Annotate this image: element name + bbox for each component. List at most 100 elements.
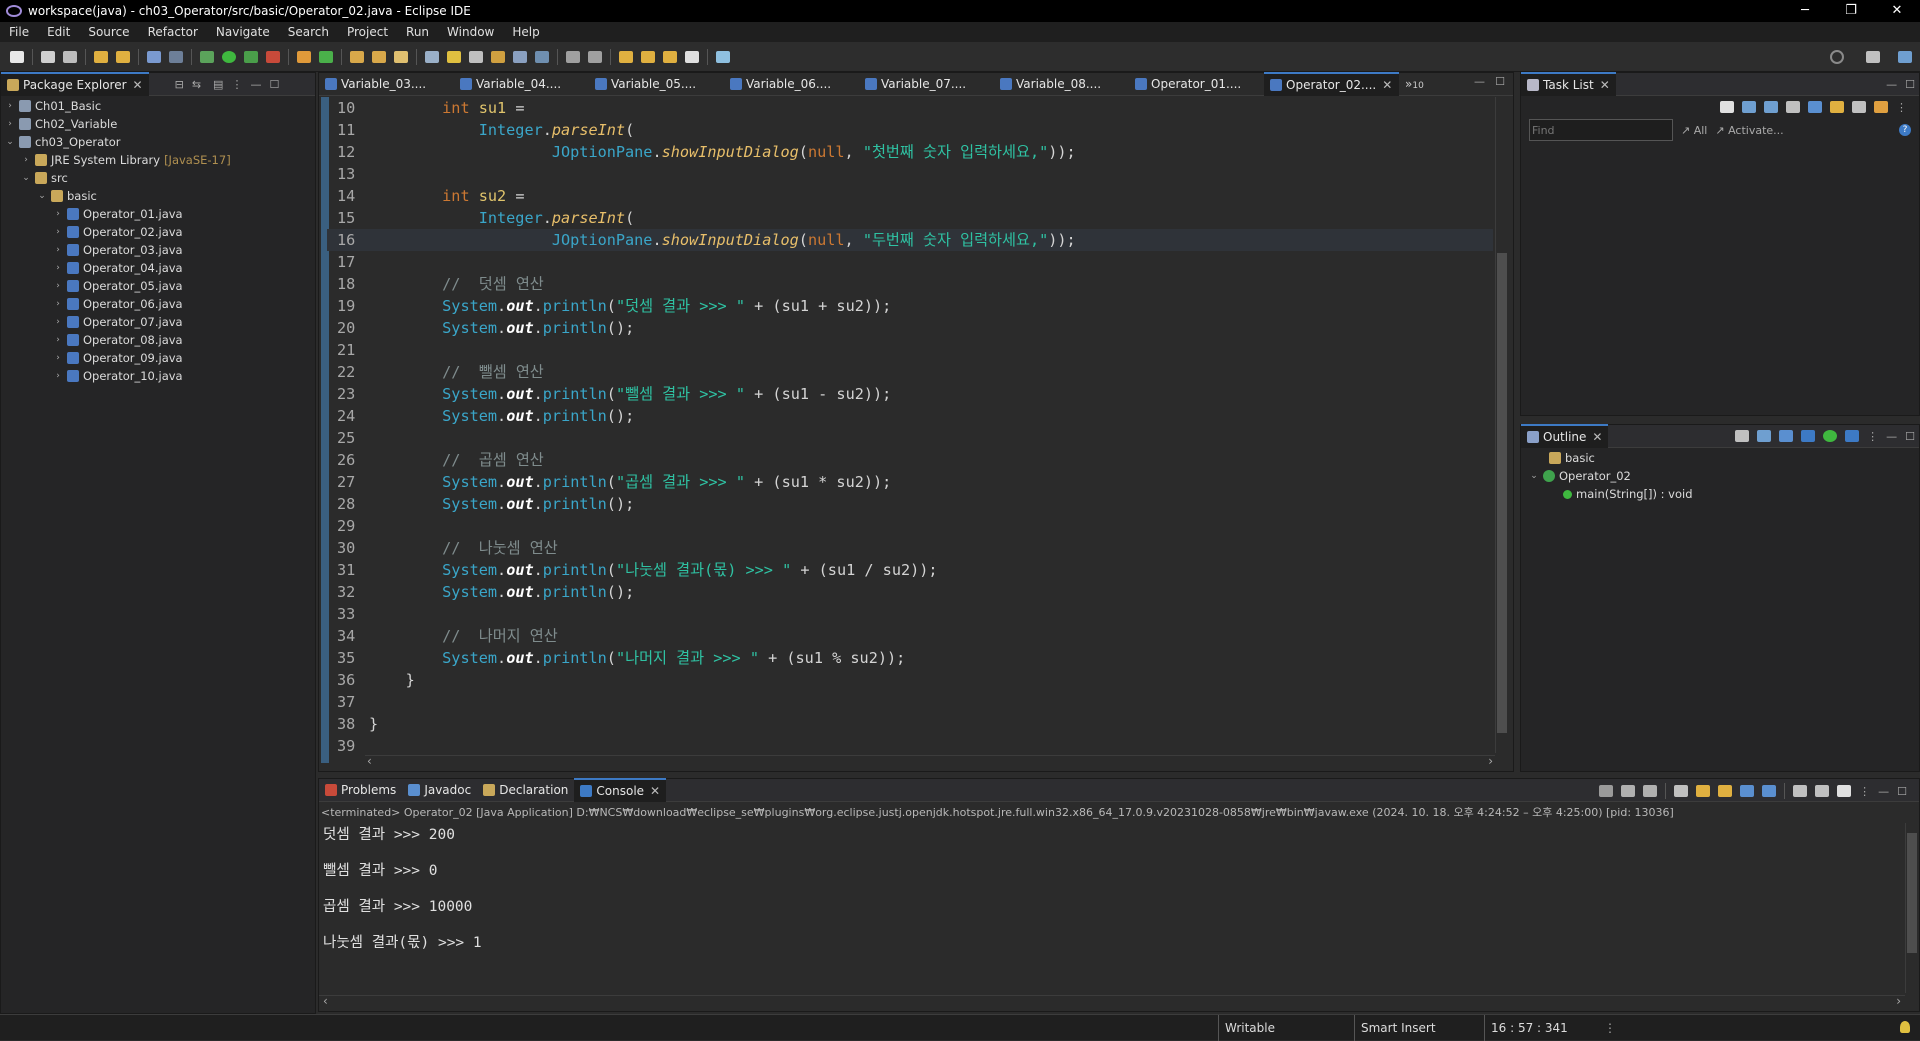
code-line[interactable]: 19 System.out.println("덧셈 결과 >>> " + (su… [327, 295, 1493, 317]
editor-tab[interactable]: Variable_03.... [319, 73, 454, 95]
coverage-icon[interactable] [244, 50, 258, 63]
minimize-icon[interactable]: — [250, 78, 261, 91]
tree-item[interactable]: › Operator_07.java [53, 313, 182, 331]
console-scroll-thumb[interactable] [1907, 833, 1917, 953]
tree-item[interactable]: ⌄ basic [37, 187, 97, 205]
scheduled-icon[interactable] [1764, 101, 1778, 113]
code-line[interactable]: 24 System.out.println(); [327, 405, 1493, 427]
menu-source[interactable]: Source [79, 22, 138, 42]
console-output[interactable]: 덧셈 결과 >>> 200 뺄셈 결과 >>> 0 곱셈 결과 >>> 10000 나… [319, 823, 1899, 983]
forward-icon[interactable] [663, 50, 677, 63]
skip-breakpoints-icon[interactable] [169, 50, 183, 63]
minimize-button[interactable]: ─ [1782, 0, 1828, 22]
bottom-tab[interactable]: Declaration [477, 779, 574, 801]
tip-lightbulb-icon[interactable] [1900, 1021, 1910, 1033]
pin-editor-icon[interactable] [716, 50, 730, 63]
code-line[interactable]: 10 int su1 = [327, 97, 1493, 119]
next-annotation-icon[interactable] [566, 50, 580, 63]
maximize-icon[interactable]: ☐ [1905, 430, 1915, 443]
tree-item[interactable]: ⌄ ch03_Operator [5, 133, 120, 151]
back-icon[interactable] [641, 50, 655, 63]
code-line[interactable]: 28 System.out.println(); [327, 493, 1493, 515]
chevron-right-icon[interactable]: › [53, 295, 63, 313]
view-menu-icon[interactable]: ⋮ [1896, 101, 1907, 114]
menu-edit[interactable]: Edit [38, 22, 79, 42]
run-icon[interactable] [222, 50, 236, 63]
code-line[interactable]: 35 System.out.println("나머지 결과 >>> " + (s… [327, 647, 1493, 669]
code-line[interactable]: 23 System.out.println("뺄셈 결과 >>> " + (su… [327, 383, 1493, 405]
show-stderr-icon[interactable] [1762, 785, 1777, 797]
hide-completed-icon[interactable] [1808, 101, 1822, 113]
tree-item[interactable]: › JRE System Library [JavaSE-17] [21, 151, 231, 169]
display-console-icon[interactable] [1815, 785, 1830, 797]
pilcrow-icon[interactable] [535, 50, 549, 63]
code-line[interactable]: 36 } [327, 669, 1493, 691]
close-button[interactable]: ✕ [1874, 0, 1920, 22]
code-line[interactable]: 33 [327, 603, 1493, 625]
sort-icon[interactable] [1757, 430, 1772, 442]
console-horizontal-scrollbar[interactable]: ‹ › [319, 994, 1905, 1009]
new-icon[interactable] [10, 50, 24, 63]
link-with-editor-icon[interactable]: ⇆ [192, 78, 201, 91]
tree-item[interactable]: ⌄ src [21, 169, 68, 187]
chevron-down-icon[interactable]: ⌄ [5, 133, 15, 151]
new-task-icon[interactable] [1720, 101, 1734, 113]
editor-tab[interactable]: Operator_02.... ✕ [1264, 72, 1399, 96]
search-icon[interactable] [1830, 49, 1844, 64]
terminal-icon[interactable] [147, 50, 161, 63]
code-line[interactable]: 27 System.out.println("곱셈 결과 >>> " + (su… [327, 471, 1493, 493]
code-line[interactable]: 26 // 곱셈 연산 [327, 449, 1493, 471]
code-line[interactable]: 20 System.out.println(); [327, 317, 1493, 339]
outline-package[interactable]: basic [1549, 449, 1595, 467]
code-line[interactable]: 21 [327, 339, 1493, 361]
code-line[interactable]: 13 [327, 163, 1493, 185]
close-icon[interactable]: ✕ [650, 780, 660, 802]
link-icon[interactable] [1874, 101, 1888, 113]
view-menu-icon[interactable]: ⋮ [231, 78, 242, 91]
maximize-icon[interactable]: ☐ [1897, 785, 1907, 798]
scroll-right-icon[interactable]: › [1488, 754, 1493, 768]
hide-local-types-icon[interactable] [1845, 430, 1860, 442]
chevron-down-icon[interactable]: ⌄ [21, 169, 31, 187]
open-task-icon[interactable] [372, 50, 386, 63]
clear-console-icon[interactable] [1674, 785, 1689, 797]
code-line[interactable]: 38} [327, 713, 1493, 735]
vertical-scrollbar[interactable] [1495, 97, 1507, 753]
code-line[interactable]: 37 [327, 691, 1493, 713]
tab-outline[interactable]: Outline ✕ [1521, 424, 1609, 448]
outline-class[interactable]: ⌄ Operator_02 [1529, 467, 1631, 485]
scroll-left-icon[interactable]: ‹ [323, 994, 328, 1008]
code-area[interactable]: 10 int su1 = 11 Integer.parseInt(12 JOpti… [327, 97, 1493, 751]
block-selection-icon[interactable] [469, 50, 483, 63]
undo-icon[interactable] [94, 50, 108, 63]
maximize-icon[interactable]: ☐ [1905, 78, 1915, 91]
bottom-tab[interactable]: Javadoc [402, 779, 477, 801]
editor-maximize-icon[interactable]: ☐ [1495, 75, 1505, 88]
remove-launch-icon[interactable] [1621, 785, 1636, 797]
code-line[interactable]: 16 JOptionPane.showInputDialog(null, "두번… [327, 229, 1493, 251]
activate-link[interactable]: ↗ Activate... [1715, 124, 1783, 137]
scroll-thumb[interactable] [1497, 253, 1507, 733]
menu-file[interactable]: File [0, 22, 38, 42]
status-cursor-position[interactable]: 16 : 57 : 341 [1484, 1015, 1611, 1041]
menu-navigate[interactable]: Navigate [207, 22, 279, 42]
new-class-icon[interactable] [319, 50, 333, 63]
external-tools-icon[interactable] [266, 50, 280, 63]
java-perspective-icon[interactable] [1898, 50, 1912, 63]
tree-item[interactable]: › Operator_05.java [53, 277, 182, 295]
code-line[interactable]: 29 [327, 515, 1493, 537]
toggle-mark-occurrences-icon[interactable] [425, 50, 439, 63]
code-line[interactable]: 34 // 나머지 연산 [327, 625, 1493, 647]
save-icon[interactable] [41, 50, 55, 63]
tab-package-explorer[interactable]: Package Explorer ✕ [1, 72, 149, 96]
show-stdout-icon[interactable] [1740, 785, 1755, 797]
search-tool-icon[interactable] [394, 50, 408, 63]
collapse-all-icon[interactable] [1735, 430, 1750, 442]
code-line[interactable]: 25 [327, 427, 1493, 449]
navigate-forward-icon[interactable] [685, 50, 699, 63]
debug-icon[interactable] [200, 50, 214, 63]
tree-item[interactable]: › Operator_10.java [53, 367, 182, 385]
chevron-down-icon[interactable]: ⌄ [1529, 467, 1539, 485]
help-icon[interactable]: ? [1899, 124, 1911, 136]
tree-item[interactable]: › Operator_09.java [53, 349, 182, 367]
